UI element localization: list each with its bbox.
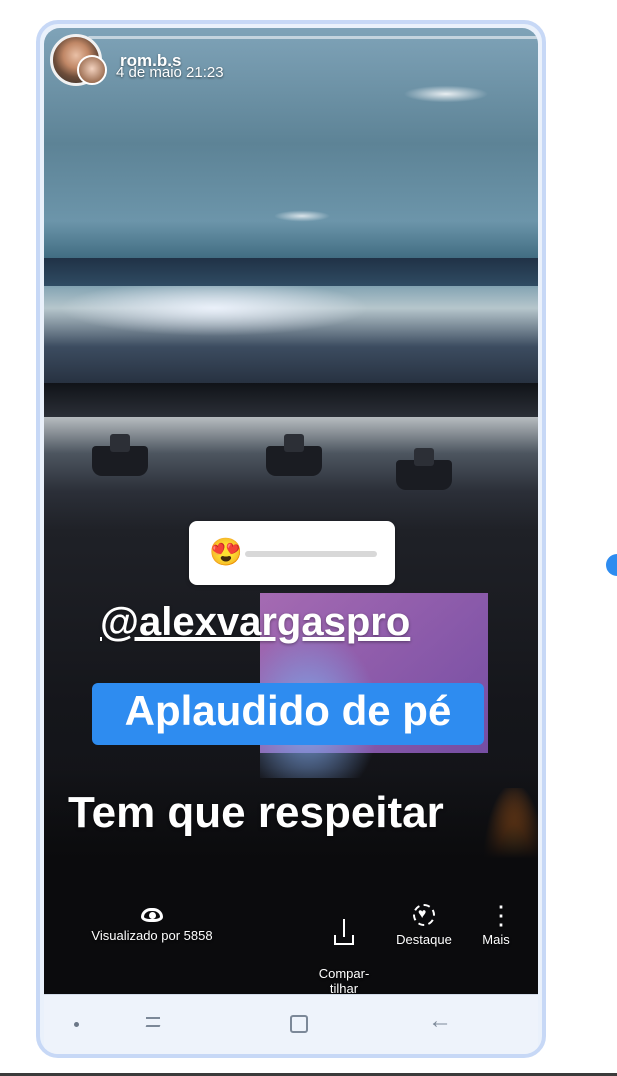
avatar[interactable] xyxy=(50,34,107,86)
stage-lamp xyxy=(396,448,452,490)
home-icon[interactable] xyxy=(290,1015,308,1033)
highlight-button[interactable]: Destaque xyxy=(392,904,456,947)
stage-lamp xyxy=(266,434,322,476)
side-indicator-dot xyxy=(606,554,617,576)
share-icon xyxy=(334,919,354,945)
emoji-slider-sticker[interactable]: 😍 xyxy=(189,521,395,585)
recent-apps-icon[interactable] xyxy=(146,1017,166,1031)
share-button[interactable]: Compar- tilhar xyxy=(312,904,376,994)
views-button[interactable]: Visualizado por 5858 xyxy=(82,908,222,943)
ceiling-beam xyxy=(44,258,538,286)
stage-lamp xyxy=(92,434,148,476)
badge-text: Aplaudido de pé xyxy=(124,687,452,734)
ceiling-beam-lower xyxy=(44,383,538,417)
highlight-heart-icon xyxy=(413,904,435,926)
more-label: Mais xyxy=(482,932,510,947)
story-caption: Tem que respeitar xyxy=(68,788,444,837)
avatar-inner xyxy=(77,55,107,85)
mention-sticker[interactable]: @alexvargaspro xyxy=(100,600,410,645)
slider-track[interactable] xyxy=(245,551,377,557)
more-vertical-icon xyxy=(488,900,514,931)
eye-icon xyxy=(141,908,163,922)
back-arrow-icon[interactable]: ← xyxy=(428,1009,452,1033)
story-timestamp: 4 de maio 21:23 xyxy=(116,64,224,81)
phone-frame: rom.b.s 4 de maio 21:23 😍 @alexvargaspro… xyxy=(36,20,546,1058)
text-badge: Aplaudido de pé xyxy=(92,683,484,745)
more-button[interactable]: Mais xyxy=(476,900,516,947)
nav-indicator-dot xyxy=(74,1022,79,1027)
story-progress-bar xyxy=(88,36,538,39)
android-navigation-bar: ← xyxy=(44,994,538,1054)
highlight-label: Destaque xyxy=(396,932,452,947)
views-label: Visualizado por 5858 xyxy=(91,928,213,943)
story-view[interactable]: rom.b.s 4 de maio 21:23 😍 @alexvargaspro… xyxy=(44,28,538,994)
heart-eyes-emoji-icon: 😍 xyxy=(209,537,243,567)
share-label: Compar- tilhar xyxy=(318,966,370,994)
